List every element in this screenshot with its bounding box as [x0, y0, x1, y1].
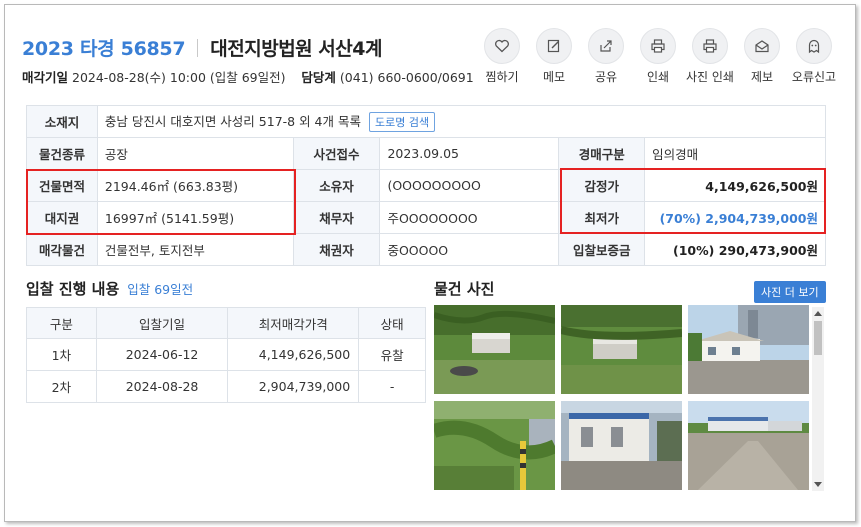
action-toolbar: 찜하기 메모 공유 인쇄 사진 인쇄 제보 오류신고	[476, 28, 840, 85]
property-photo[interactable]	[561, 305, 682, 394]
auction-type-value: 임의경매	[644, 137, 826, 170]
case-number: 2023 타경 56857	[22, 38, 186, 60]
property-photo[interactable]	[688, 305, 809, 394]
bidding-dday: 입찰 69일전	[127, 282, 194, 297]
property-photo[interactable]	[434, 305, 555, 394]
auction-type-label: 경매구분	[558, 137, 646, 170]
print-label: 인쇄	[646, 70, 670, 84]
sale-items-label: 매각물건	[26, 233, 98, 266]
favorite-button[interactable]: 찜하기	[476, 28, 528, 85]
type-value: 공장	[96, 137, 294, 170]
court-name: 대전지방법원 서산4계	[210, 38, 382, 60]
photo-print-button[interactable]: 사진 인쇄	[684, 28, 736, 85]
scroll-down-icon[interactable]	[814, 482, 822, 487]
location-label: 소재지	[26, 105, 98, 138]
price-cell: 2,904,739,000	[227, 370, 360, 403]
share-label: 공유	[594, 70, 618, 84]
memo-label: 메모	[542, 70, 566, 84]
owner-value: (OOOOOOOOO	[379, 169, 560, 202]
price-cell: 4,149,626,500	[227, 338, 360, 371]
photos-title: 물건 사진	[434, 280, 495, 298]
manager-label: 담당계	[301, 70, 336, 85]
auction-meta: 매각기일 2024-08-28(수) 10:00 (입찰 69일전) 담당계 (…	[22, 67, 474, 86]
received-label: 사건접수	[292, 137, 381, 170]
share-icon	[588, 28, 624, 64]
auction-date-label: 매각기일	[22, 70, 69, 85]
status-cell: 유찰	[358, 338, 426, 371]
date-cell: 2024-06-12	[95, 338, 229, 371]
property-photo[interactable]	[434, 401, 555, 490]
bidding-header-row: 구분 입찰기일 최저매각가격 상태	[26, 307, 426, 339]
print-icon	[692, 28, 728, 64]
deposit-value: (10%) 290,473,900원	[644, 233, 826, 266]
photo-print-label: 사진 인쇄	[686, 70, 734, 84]
error-report-button[interactable]: 오류신고	[788, 28, 840, 85]
col-min-price: 최저매각가격	[227, 307, 360, 339]
edit-icon	[536, 28, 572, 64]
received-value: 2023.09.05	[379, 137, 560, 170]
title-divider	[197, 38, 199, 57]
sale-items-value: 건물전부, 토지전부	[96, 233, 294, 266]
location-cell: 충남 당진시 대호지면 사성리 517-8 외 4개 목록 도로명 검색	[96, 105, 827, 138]
heart-icon	[484, 28, 520, 64]
col-date: 입찰기일	[95, 307, 229, 339]
favorite-label: 찜하기	[485, 70, 519, 84]
deposit-label: 입찰보증금	[558, 233, 646, 266]
print-button[interactable]: 인쇄	[632, 28, 684, 85]
bidding-table: 구분 입찰기일 최저매각가격 상태 1차 2024-06-12 4,149,62…	[26, 307, 426, 403]
report-label: 제보	[750, 70, 774, 84]
location-value: 충남 당진시 대호지면 사성리 517-8 외 4개 목록	[104, 114, 361, 129]
bidding-title: 입찰 진행 내용	[26, 280, 120, 298]
ghost-icon	[796, 28, 832, 64]
share-button[interactable]: 공유	[580, 28, 632, 85]
print-icon	[640, 28, 676, 64]
bidding-section-title: 입찰 진행 내용 입찰 69일전	[26, 278, 193, 299]
memo-button[interactable]: 메모	[528, 28, 580, 85]
debtor-value: 주OOOOOOOO	[379, 201, 560, 234]
col-round: 구분	[26, 307, 97, 339]
property-photo[interactable]	[688, 401, 809, 490]
manager-value: (041) 660-0600/0691	[339, 70, 474, 85]
price-highlight-box	[560, 168, 826, 234]
table-row: 1차 2024-06-12 4,149,626,500 유찰	[26, 338, 426, 371]
status-cell: -	[358, 370, 426, 403]
date-cell: 2024-08-28	[95, 370, 229, 403]
round-cell: 1차	[26, 338, 97, 371]
debtor-label: 채무자	[292, 201, 381, 234]
report-button[interactable]: 제보	[736, 28, 788, 85]
type-label: 물건종류	[26, 137, 98, 170]
col-status: 상태	[358, 307, 426, 339]
property-photo[interactable]	[561, 401, 682, 490]
photo-scrollbar[interactable]	[812, 307, 824, 491]
road-search-button[interactable]: 도로명 검색	[368, 112, 436, 132]
mail-icon	[744, 28, 780, 64]
creditor-label: 채권자	[292, 233, 381, 266]
scroll-up-icon[interactable]	[814, 311, 822, 316]
title-row: 2023 타경 56857 대전지방법원 서산4계	[22, 34, 382, 61]
area-highlight-box	[26, 169, 296, 235]
owner-label: 소유자	[292, 169, 381, 202]
auction-date-value: 2024-08-28(수) 10:00 (입찰 69일전)	[72, 70, 286, 85]
table-row: 2차 2024-08-28 2,904,739,000 -	[26, 370, 426, 403]
more-photos-button[interactable]: 사진 더 보기	[754, 281, 826, 303]
creditor-value: 중OOOOO	[379, 233, 560, 266]
error-report-label: 오류신고	[791, 70, 837, 84]
scroll-thumb[interactable]	[814, 321, 822, 355]
round-cell: 2차	[26, 370, 97, 403]
